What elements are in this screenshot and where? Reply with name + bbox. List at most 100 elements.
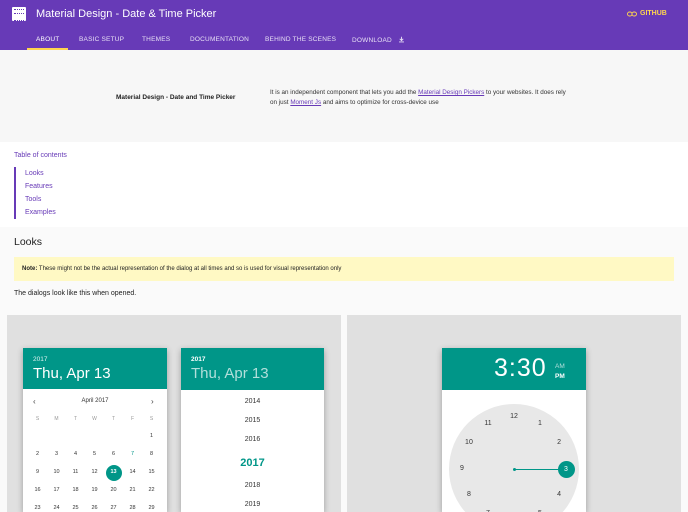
calendar-day[interactable]: 14 — [123, 469, 142, 475]
calendar-day[interactable]: 25 — [66, 505, 85, 511]
calendar-day[interactable]: 16 — [28, 487, 47, 493]
toc-item-features[interactable]: Features — [25, 180, 56, 193]
selected-hour[interactable]: 3 — [557, 460, 575, 478]
calendar-day[interactable]: 6 — [104, 451, 123, 457]
calendar-day[interactable]: 15 — [142, 469, 161, 475]
intro-title: Material Design - Date and Time Picker — [116, 94, 236, 101]
weekday-label: S — [35, 416, 40, 422]
calendar-day[interactable]: 17 — [47, 487, 66, 493]
intro-section: Material Design - Date and Time Picker I… — [0, 50, 688, 142]
clock-face[interactable]: 121234567891011 — [449, 404, 579, 512]
clock-hour[interactable]: 11 — [482, 420, 494, 427]
calendar-day[interactable]: 20 — [104, 487, 123, 493]
tab-basic-setup[interactable]: BASIC SETUP — [79, 36, 124, 43]
toc-list: Looks Features Tools Examples — [14, 167, 56, 219]
weekday-label: T — [73, 416, 78, 422]
calendar-day[interactable]: 4 — [66, 451, 85, 457]
calendar-day[interactable]: 13 — [104, 469, 123, 475]
calendar-day[interactable]: 26 — [85, 505, 104, 511]
table-of-contents: Table of contents Looks Features Tools E… — [0, 142, 688, 227]
moment-js-link[interactable]: Moment Js — [290, 99, 321, 106]
tab-download[interactable]: DOWNLOAD — [352, 36, 405, 44]
calendar-day[interactable]: 19 — [85, 487, 104, 493]
time-picker-header: 3:30 AM PM — [442, 348, 586, 390]
am-toggle[interactable]: AM — [555, 363, 565, 370]
app-title[interactable]: Material Design - Date & Time Picker — [36, 8, 216, 20]
clock-center-dot — [512, 467, 516, 471]
date-picker-dialog: 2017 Thu, Apr 13 ‹ April 2017 › SMTWTFS1… — [23, 348, 167, 512]
time-picker-dialog: 3:30 AM PM 121234567891011 — [442, 348, 586, 512]
link-icon — [627, 11, 637, 16]
intro-text-part: It is an independent component that lets… — [270, 89, 419, 96]
weekday-label: M — [54, 416, 59, 422]
calendar-day[interactable]: 22 — [142, 487, 161, 493]
calendar-day[interactable]: 1 — [142, 433, 161, 439]
note-label: Note: — [22, 266, 38, 272]
header-date[interactable]: Thu, Apr 13 — [191, 365, 269, 382]
toc-title[interactable]: Table of contents — [14, 152, 67, 159]
clock-hour[interactable]: 8 — [463, 491, 475, 498]
next-month-icon[interactable]: › — [151, 397, 154, 406]
calendar-day[interactable]: 5 — [85, 451, 104, 457]
clock-hour[interactable]: 2 — [553, 439, 565, 446]
header-date[interactable]: Thu, Apr 13 — [33, 365, 111, 382]
calendar-day[interactable]: 28 — [123, 505, 142, 511]
date-picker-header: 2017 Thu, Apr 13 — [23, 348, 167, 389]
looks-heading: Looks — [14, 236, 43, 248]
month-label: April 2017 — [81, 398, 109, 404]
clock-hour[interactable]: 4 — [553, 491, 565, 498]
intro-text-part: and aims to optimize for cross-device us… — [321, 99, 439, 106]
tab-download-label: DOWNLOAD — [352, 37, 392, 44]
note-banner: Note: These might not be the actual repr… — [14, 257, 674, 281]
year-option[interactable]: 2014 — [181, 398, 324, 405]
calendar-day[interactable]: 23 — [28, 505, 47, 511]
year-option[interactable]: 2016 — [181, 436, 324, 443]
calendar-day[interactable]: 21 — [123, 487, 142, 493]
weekday-label: W — [92, 416, 97, 422]
calendar-day[interactable]: 8 — [142, 451, 161, 457]
note-text: These might not be the actual representa… — [37, 266, 342, 272]
tab-behind-the-scenes[interactable]: BEHIND THE SCENES — [265, 36, 336, 43]
toc-item-examples[interactable]: Examples — [25, 206, 56, 219]
year-picker-header: 2017 Thu, Apr 13 — [181, 348, 324, 390]
calendar-day[interactable]: 10 — [47, 469, 66, 475]
header-year[interactable]: 2017 — [33, 356, 47, 363]
clock-hour[interactable]: 9 — [456, 465, 468, 472]
github-label: GITHUB — [640, 10, 667, 17]
calendar-day[interactable]: 29 — [142, 505, 161, 511]
calendar-day[interactable]: 7 — [123, 451, 142, 457]
github-link[interactable]: GITHUB — [627, 10, 667, 17]
calendar-day[interactable]: 18 — [66, 487, 85, 493]
intro-text: It is an independent component that lets… — [270, 88, 570, 108]
header-year[interactable]: 2017 — [191, 356, 205, 363]
toc-item-looks[interactable]: Looks — [25, 167, 56, 180]
material-design-pickers-link[interactable]: Material Design Pickers — [418, 89, 484, 96]
calendar-day[interactable]: 11 — [66, 469, 85, 475]
clock-hour[interactable]: 12 — [508, 413, 520, 420]
header-time[interactable]: 3:30 — [494, 354, 547, 383]
calendar-day[interactable]: 3 — [47, 451, 66, 457]
year-option[interactable]: 2018 — [181, 482, 324, 489]
calendar-day[interactable]: 12 — [85, 469, 104, 475]
year-option[interactable]: 2017 — [181, 457, 324, 469]
calendar-day[interactable]: 27 — [104, 505, 123, 511]
calendar-day[interactable]: 2 — [28, 451, 47, 457]
toc-item-tools[interactable]: Tools — [25, 193, 56, 206]
calendar-day[interactable]: 9 — [28, 469, 47, 475]
clock-hour[interactable]: 1 — [534, 420, 546, 427]
weekday-label: F — [130, 416, 135, 422]
looks-description: The dialogs look like this when opened. — [14, 290, 137, 297]
tab-documentation[interactable]: DOCUMENTATION — [190, 36, 249, 43]
year-option[interactable]: 2019 — [181, 501, 324, 508]
calendar-logo-icon[interactable] — [12, 7, 26, 21]
calendar-day[interactable]: 24 — [47, 505, 66, 511]
year-picker-dialog: 2017 Thu, Apr 13 2014 2015 2016 2017 2018 201… — [181, 348, 324, 512]
pm-toggle[interactable]: PM — [555, 373, 565, 380]
weekday-label: T — [111, 416, 116, 422]
clock-hour[interactable]: 10 — [463, 439, 475, 446]
weekday-label: S — [149, 416, 154, 422]
year-option[interactable]: 2015 — [181, 417, 324, 424]
tab-themes[interactable]: THEMES — [142, 36, 170, 43]
clock-hand[interactable] — [514, 469, 558, 470]
tab-about[interactable]: ABOUT — [36, 36, 59, 43]
